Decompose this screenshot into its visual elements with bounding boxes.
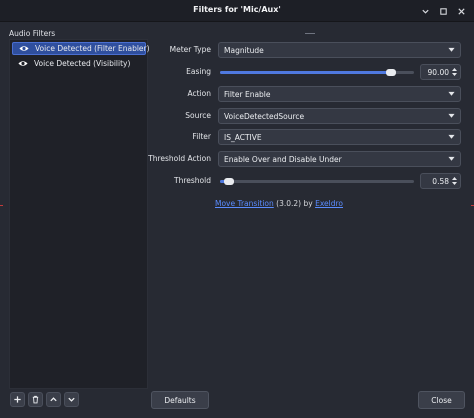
- easing-slider-fill: [220, 71, 391, 74]
- window-title: Filters for 'Mic/Aux': [193, 5, 281, 14]
- filter-value: IS_ACTIVE: [224, 132, 262, 142]
- spin-arrows-icon[interactable]: [451, 175, 458, 187]
- filters-window: Filters for 'Mic/Aux' Audio Filters Voic…: [0, 0, 474, 418]
- move-up-icon: [50, 397, 57, 402]
- action-label: Action: [187, 89, 212, 98]
- easing-value: 90.00: [427, 67, 449, 77]
- plugin-credit: Move Transition (3.0.2) by Exeldro: [215, 199, 343, 208]
- easing-label: Easing: [186, 67, 211, 76]
- action-row: Action Filter Enable: [150, 86, 474, 102]
- eye-icon[interactable]: [19, 45, 29, 52]
- easing-slider[interactable]: [220, 69, 414, 76]
- action-value: Filter Enable: [224, 89, 271, 99]
- move-filter-up-button[interactable]: [46, 392, 61, 407]
- filter-row: Filter IS_ACTIVE: [150, 129, 474, 145]
- source-label: Source: [185, 111, 211, 120]
- author-link[interactable]: Exeldro: [315, 199, 343, 208]
- add-icon: [14, 396, 21, 403]
- meter-type-row: Meter Type Magnitude: [150, 42, 474, 58]
- filter-label: Filter: [192, 132, 211, 141]
- source-select[interactable]: VoiceDetectedSource: [218, 108, 461, 124]
- filter-item-voice-detected-filter-enabler[interactable]: Voice Detected (Filter Enabler): [12, 42, 150, 55]
- defaults-button[interactable]: Defaults: [151, 391, 209, 409]
- dropdown-arrow-icon: [448, 91, 455, 96]
- filter-properties: Meter Type Magnitude Easing 90.00 Action: [148, 22, 474, 388]
- threshold-action-label: Threshold Action: [148, 154, 211, 163]
- dropdown-arrow-icon: [448, 134, 455, 139]
- chevron-down-icon[interactable]: [419, 5, 431, 17]
- move-transition-link[interactable]: Move Transition: [215, 199, 274, 208]
- threshold-action-select[interactable]: Enable Over and Disable Under: [218, 151, 461, 167]
- filter-list-toolbar: [10, 392, 79, 407]
- move-filter-down-button[interactable]: [64, 392, 79, 407]
- filter-list[interactable]: Voice Detected (Filter Enabler) Voice De…: [9, 39, 150, 389]
- dropdown-arrow-icon: [448, 47, 455, 52]
- close-icon[interactable]: [455, 5, 467, 17]
- source-value: VoiceDetectedSource: [224, 111, 305, 121]
- spin-arrows-icon[interactable]: [451, 66, 458, 78]
- dropdown-arrow-icon: [448, 156, 455, 161]
- threshold-action-row: Threshold Action Enable Over and Disable…: [148, 151, 474, 167]
- filter-item-label: Voice Detected (Visibility): [34, 59, 131, 68]
- eye-icon[interactable]: [18, 60, 28, 67]
- splitter-handle[interactable]: [305, 33, 315, 34]
- threshold-slider[interactable]: [220, 178, 414, 185]
- meter-type-value: Magnitude: [224, 45, 264, 55]
- plugin-version: (3.0.2) by: [273, 199, 316, 208]
- threshold-row: Threshold 0.58: [150, 173, 474, 189]
- audio-filters-heading: Audio Filters: [9, 29, 56, 38]
- meter-type-select[interactable]: Magnitude: [218, 42, 461, 58]
- dropdown-arrow-icon: [448, 113, 455, 118]
- easing-row: Easing 90.00: [150, 64, 474, 80]
- background-marker: [0, 205, 3, 206]
- filter-select[interactable]: IS_ACTIVE: [218, 129, 461, 145]
- meter-type-label: Meter Type: [169, 45, 211, 54]
- restore-icon[interactable]: [437, 5, 449, 17]
- move-down-icon: [68, 397, 75, 402]
- action-select[interactable]: Filter Enable: [218, 86, 461, 102]
- remove-filter-button[interactable]: [28, 392, 43, 407]
- filter-item-voice-detected-visibility[interactable]: Voice Detected (Visibility): [12, 57, 146, 70]
- threshold-value: 0.58: [432, 176, 449, 186]
- close-button[interactable]: Close: [418, 391, 465, 409]
- threshold-action-value: Enable Over and Disable Under: [224, 154, 342, 164]
- filter-item-label: Voice Detected (Filter Enabler): [35, 44, 150, 53]
- add-filter-button[interactable]: [10, 392, 25, 407]
- easing-spinbox[interactable]: 90.00: [420, 64, 461, 80]
- source-row: Source VoiceDetectedSource: [150, 108, 474, 124]
- threshold-slider-handle[interactable]: [224, 178, 234, 185]
- title-bar: Filters for 'Mic/Aux': [0, 0, 474, 22]
- trash-icon: [32, 395, 39, 404]
- easing-slider-handle[interactable]: [386, 69, 396, 76]
- threshold-label: Threshold: [174, 176, 211, 185]
- threshold-spinbox[interactable]: 0.58: [420, 173, 461, 189]
